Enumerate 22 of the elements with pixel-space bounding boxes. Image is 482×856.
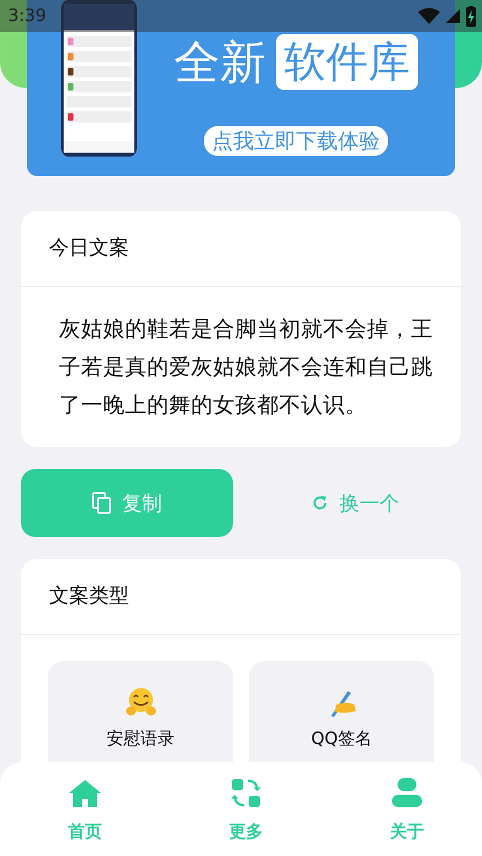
banner-headline: 全新 (174, 34, 266, 90)
card-title: 今日文案 (48, 234, 130, 261)
card-title: 文案类型 (48, 582, 130, 609)
quote-text: 灰姑娘的鞋若是合脚当初就不会掉，王子若是真的爱灰姑娘就不会连和自己跳了一晚上的舞的女孩都不认识。 (58, 316, 434, 420)
category-tile[interactable]: QQ签名 (249, 661, 434, 762)
copy-button[interactable]: 复制 (21, 469, 232, 537)
signal-icon (446, 9, 460, 23)
wifi-icon (418, 8, 440, 24)
battery-icon (466, 6, 476, 26)
refresh-button[interactable]: 换一个 (250, 469, 461, 537)
banner-highlight: 软件库 (276, 34, 418, 90)
refresh-icon (311, 494, 330, 512)
copy-icon (92, 492, 112, 514)
download-cta[interactable]: 点我立即下载体验 (204, 126, 388, 156)
person-icon (391, 778, 423, 808)
nav-tab[interactable]: 首页 (50, 778, 120, 856)
nav-tab[interactable]: 关于 (372, 778, 442, 856)
home-icon (69, 778, 101, 808)
hugging-face-icon (124, 687, 156, 717)
category-tile[interactable]: 安慰语录 (48, 661, 233, 762)
grid-swap-icon (230, 778, 262, 808)
nav-tab[interactable]: 更多 (211, 778, 281, 856)
